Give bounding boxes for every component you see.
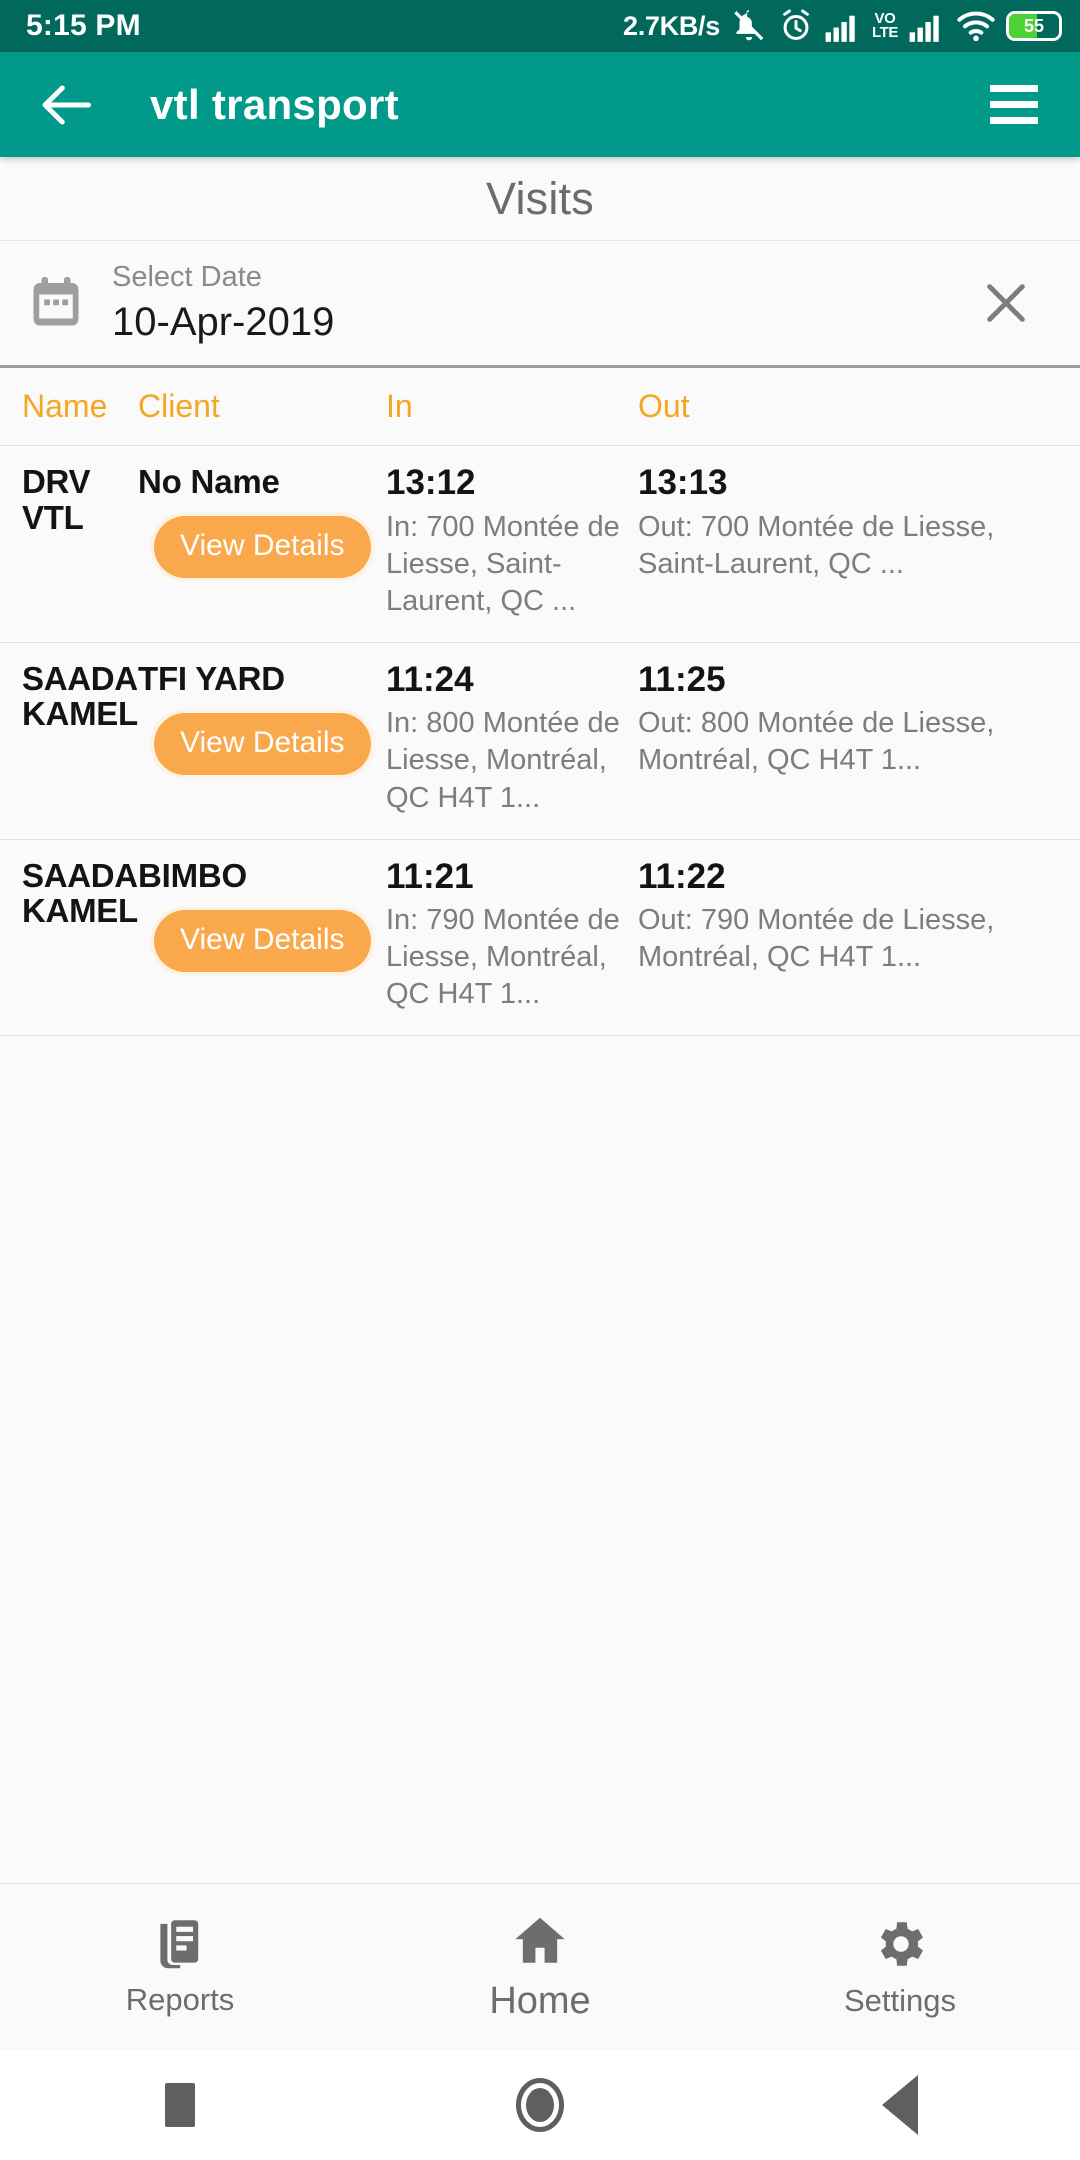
out-time: 11:25: [638, 659, 726, 699]
status-clock: 5:15 PM: [26, 9, 141, 42]
cell-client: TFI YARD View Details: [138, 659, 386, 817]
home-button[interactable]: [360, 2078, 720, 2132]
bottom-navigation: Reports Home Settings: [0, 1883, 1080, 2050]
in-address: In: 790 Montée de Liesse, Montréal, QC H…: [386, 904, 620, 1011]
nav-label-home: Home: [489, 1979, 591, 2022]
cell-client: No Name View Details: [138, 463, 386, 620]
battery-percent-label: 55: [1023, 15, 1045, 36]
column-header-client: Client: [138, 388, 220, 424]
mute-icon: [734, 10, 764, 41]
visits-table: Name Client In Out DRV VTL No Name View …: [0, 368, 1080, 1883]
alarm-icon: [783, 9, 809, 40]
in-time: 11:21: [386, 856, 474, 896]
in-time: 11:24: [386, 659, 474, 699]
battery-icon: 55: [1006, 11, 1062, 41]
home-icon: [515, 1917, 565, 1963]
network-speed-text: 2.7KB/s: [623, 10, 720, 41]
app-bar: vtl transport: [0, 52, 1080, 157]
in-address: In: 700 Montée de Liesse, Saint-Laurent,…: [386, 510, 620, 617]
page-title: Visits: [486, 172, 594, 224]
circle-home-icon: [516, 2078, 564, 2132]
out-time: 13:13: [638, 463, 728, 502]
in-address: In: 800 Montée de Liesse, Montréal, QC H…: [386, 707, 620, 814]
status-bar: 5:15 PM 2.7KB/s VO LTE 55: [0, 0, 1080, 52]
out-address: Out: 790 Montée de Liesse, Montréal, QC …: [638, 904, 995, 974]
view-details-button[interactable]: View Details: [154, 909, 371, 972]
table-row[interactable]: DRV VTL No Name View Details 13:12 In: 7…: [0, 446, 1080, 643]
cell-in: 11:21 In: 790 Montée de Liesse, Montréal…: [386, 856, 638, 1014]
menu-bar-2: [990, 101, 1038, 108]
column-header-out: Out: [638, 388, 690, 424]
out-address: Out: 800 Montée de Liesse, Montréal, QC …: [638, 707, 995, 777]
in-time: 13:12: [386, 463, 476, 502]
cell-in: 13:12 In: 700 Montée de Liesse, Saint-La…: [386, 463, 638, 620]
column-header-in: In: [386, 388, 413, 424]
clear-date-button[interactable]: [970, 267, 1042, 339]
nav-item-reports[interactable]: Reports: [0, 1916, 360, 2018]
driver-name: SAADA KAMEL: [22, 659, 138, 733]
table-empty-area: [0, 1036, 1080, 1883]
back-button[interactable]: [34, 73, 98, 137]
date-text-group: Select Date 10-Apr-2019: [112, 259, 334, 347]
back-button-system[interactable]: [720, 2075, 1080, 2135]
cell-out: 11:25 Out: 800 Montée de Liesse, Montréa…: [638, 659, 1080, 817]
out-address: Out: 700 Montée de Liesse, Saint-Laurent…: [638, 510, 995, 580]
triangle-back-icon: [882, 2075, 918, 2135]
view-details-button[interactable]: View Details: [154, 516, 371, 579]
close-icon: [987, 284, 1025, 322]
wifi-icon: [957, 11, 995, 42]
client-name: TFI YARD: [138, 659, 285, 697]
menu-bar-1: [990, 85, 1038, 92]
client-name: BIMBO: [138, 856, 247, 894]
nav-item-settings[interactable]: Settings: [720, 1915, 1080, 2019]
page-title-bar: Visits: [0, 157, 1080, 241]
view-details-button[interactable]: View Details: [154, 713, 371, 776]
gear-icon: [880, 1922, 923, 1966]
cell-name: SAADA KAMEL: [0, 856, 138, 1014]
client-name: No Name: [138, 463, 280, 500]
date-filter-row[interactable]: Select Date 10-Apr-2019: [0, 241, 1080, 368]
signal-icon: [909, 15, 939, 42]
system-navigation-bar: [0, 2050, 1080, 2160]
cell-name: DRV VTL: [0, 464, 138, 620]
signal-icon: [825, 15, 855, 42]
calendar-icon: [33, 277, 79, 326]
out-time: 11:22: [638, 856, 726, 896]
volte-icon: VO LTE: [871, 11, 898, 41]
nav-label-reports: Reports: [125, 1982, 235, 2017]
cell-name: SAADA KAMEL: [0, 659, 138, 817]
recents-button[interactable]: [0, 2083, 360, 2127]
nav-item-home[interactable]: Home: [360, 1912, 720, 2023]
cell-out: 11:22 Out: 790 Montée de Liesse, Montréa…: [638, 856, 1080, 1014]
reports-icon: [160, 1920, 199, 1969]
hamburger-menu-icon[interactable]: [982, 73, 1046, 137]
app-screen: 5:15 PM 2.7KB/s VO LTE 55 vtl transport …: [0, 0, 1080, 2160]
driver-name: DRV VTL: [22, 463, 91, 536]
select-date-label: Select Date: [112, 260, 262, 293]
column-header-name: Name: [22, 388, 108, 424]
driver-name: SAADA KAMEL: [22, 856, 138, 930]
app-title: vtl transport: [150, 80, 399, 128]
cell-client: BIMBO View Details: [138, 856, 386, 1014]
cell-in: 11:24 In: 800 Montée de Liesse, Montréal…: [386, 659, 638, 817]
table-header-row: Name Client In Out: [0, 368, 1080, 446]
cell-out: 13:13 Out: 700 Montée de Liesse, Saint-L…: [638, 463, 1080, 620]
menu-bar-3: [990, 117, 1038, 124]
volte-bottom-label: LTE: [871, 24, 898, 41]
status-icons: 2.7KB/s VO LTE 55: [623, 7, 1062, 45]
arrow-left-icon: [42, 85, 91, 124]
square-recents-icon: [165, 2083, 195, 2127]
nav-label-settings: Settings: [843, 1983, 956, 2018]
selected-date-value[interactable]: 10-Apr-2019: [112, 297, 334, 347]
table-row[interactable]: SAADA KAMEL BIMBO View Details 11:21 In:…: [0, 840, 1080, 1037]
table-row[interactable]: SAADA KAMEL TFI YARD View Details 11:24 …: [0, 643, 1080, 840]
